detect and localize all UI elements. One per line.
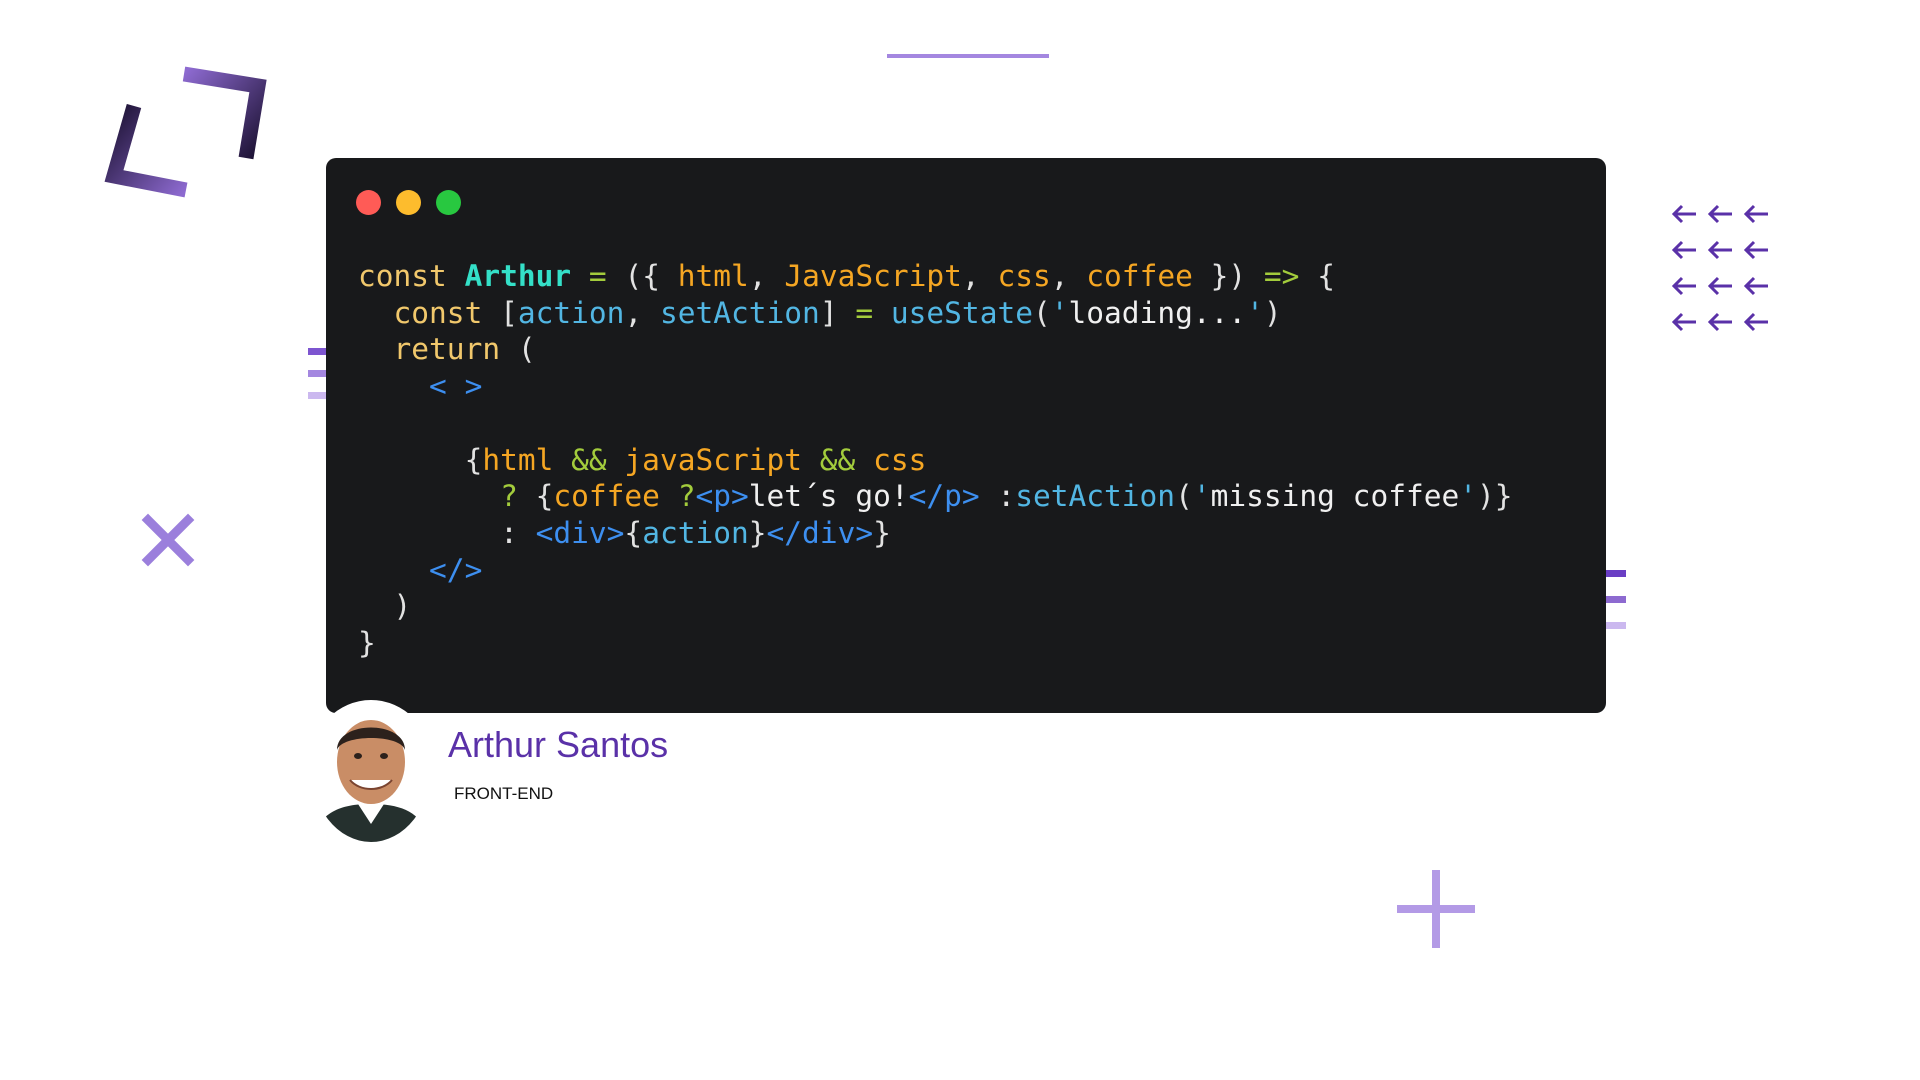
arrow-left-icon: [1707, 240, 1732, 260]
arrow-left-icon: [1671, 240, 1696, 260]
code-token: let´s go!: [748, 479, 909, 514]
author-name: Arthur Santos: [448, 724, 669, 765]
code-line: }: [358, 626, 376, 660]
code-token: ,: [624, 295, 660, 330]
code-token: {: [535, 479, 554, 514]
code-token: loading...: [1068, 295, 1247, 330]
plus-icon: [1397, 870, 1475, 948]
code-window: const Arthur = ({ html, JavaScript, css,…: [326, 158, 1606, 713]
code-token: coffee: [553, 479, 678, 514]
code-token: action: [517, 295, 625, 330]
code-token: missing coffee: [1210, 479, 1460, 514]
code-token: useState: [890, 295, 1033, 330]
code-token: </>: [358, 552, 483, 587]
code-token: }): [1192, 259, 1264, 293]
minimize-dot: [396, 190, 421, 215]
code-token: const: [358, 295, 501, 330]
code-token: ,: [748, 259, 785, 293]
code-token: ': [1192, 479, 1211, 514]
code-line: const Arthur = ({ html, JavaScript, css,…: [358, 259, 1335, 293]
code-token: {: [1299, 259, 1335, 293]
code-line: < >: [358, 369, 482, 403]
code-snippet: const Arthur = ({ html, JavaScript, css,…: [358, 258, 1513, 662]
arrow-left-icon: [1707, 312, 1732, 332]
arrows-pattern: [1670, 196, 1770, 340]
arrow-left-icon: [1743, 204, 1768, 224]
code-token: css: [873, 442, 927, 477]
code-token: html: [482, 442, 554, 477]
code-token: :: [979, 479, 1016, 514]
code-line: return (: [358, 332, 536, 366]
code-token: ': [1246, 295, 1264, 330]
window-controls: [356, 190, 461, 215]
arrow-left-icon: [1743, 276, 1768, 296]
code-token: ,: [1050, 259, 1087, 293]
code-token: action: [642, 515, 749, 550]
code-line: ? {coffee ?<p>let´s go!</p> :setAction('…: [358, 479, 1513, 514]
maximize-dot: [436, 190, 461, 215]
code-line: {html && javaScript && css: [358, 442, 927, 477]
code-token: }: [748, 515, 767, 550]
code-token: =>: [1263, 259, 1300, 293]
code-token: ?: [677, 479, 696, 514]
code-token: coffee: [1086, 259, 1193, 293]
code-token: &&: [802, 442, 874, 477]
code-token: ?: [358, 479, 536, 514]
code-token: }: [873, 515, 891, 550]
code-token: {: [624, 515, 643, 550]
code-token: ({: [606, 259, 678, 293]
code-token: }: [358, 626, 376, 661]
code-line: ): [358, 589, 412, 624]
code-token: &&: [553, 442, 625, 477]
code-token: =: [588, 259, 607, 293]
code-token: < >: [358, 369, 483, 404]
code-token: </div>: [766, 515, 874, 550]
code-token: css: [997, 259, 1051, 293]
frame-bracket-icon: [104, 66, 267, 198]
code-token: javaScript: [624, 442, 803, 477]
arrow-left-icon: [1671, 276, 1696, 296]
code-token: ,: [961, 259, 998, 293]
code-token: (: [1032, 295, 1051, 330]
code-token: JavaScript: [784, 259, 962, 293]
code-token: [: [500, 295, 518, 330]
code-token: <p>: [695, 479, 749, 514]
code-token: ': [1050, 295, 1069, 330]
arrow-left-icon: [1707, 204, 1732, 224]
author-role: FRONT-END: [454, 784, 554, 803]
arrow-left-icon: [1671, 312, 1696, 332]
code-line: </>: [358, 553, 482, 587]
code-token: ): [1263, 295, 1282, 330]
arrow-left-icon: [1743, 240, 1768, 260]
code-token: =: [855, 295, 874, 330]
code-token: :: [358, 515, 536, 550]
code-token: Arthur: [464, 259, 572, 293]
code-token: (: [1175, 479, 1193, 514]
arrow-left-icon: [1707, 276, 1732, 296]
code-token: )}: [1477, 479, 1513, 514]
close-dot: [356, 190, 381, 215]
code-line: const [action, setAction] = useState('lo…: [358, 296, 1282, 330]
code-token: ]: [819, 295, 856, 330]
code-token: (: [517, 332, 536, 367]
code-token: </p>: [908, 479, 980, 514]
arrow-left-icon: [1671, 204, 1696, 224]
code-token: ): [358, 589, 412, 624]
x-icon: [141, 513, 195, 567]
decorative-line: [887, 54, 1049, 58]
code-line: : <div>{action}</div>}: [358, 516, 891, 550]
code-token: setAction: [659, 295, 820, 330]
code-token: ': [1459, 479, 1478, 514]
code-token: html: [677, 259, 749, 293]
avatar: [310, 700, 432, 842]
code-token: {: [358, 442, 483, 477]
code-token: const: [358, 259, 465, 293]
arrow-left-icon: [1743, 312, 1768, 332]
code-token: setAction: [1015, 479, 1176, 514]
code-token: return: [358, 332, 518, 367]
code-token: <div>: [535, 515, 625, 550]
